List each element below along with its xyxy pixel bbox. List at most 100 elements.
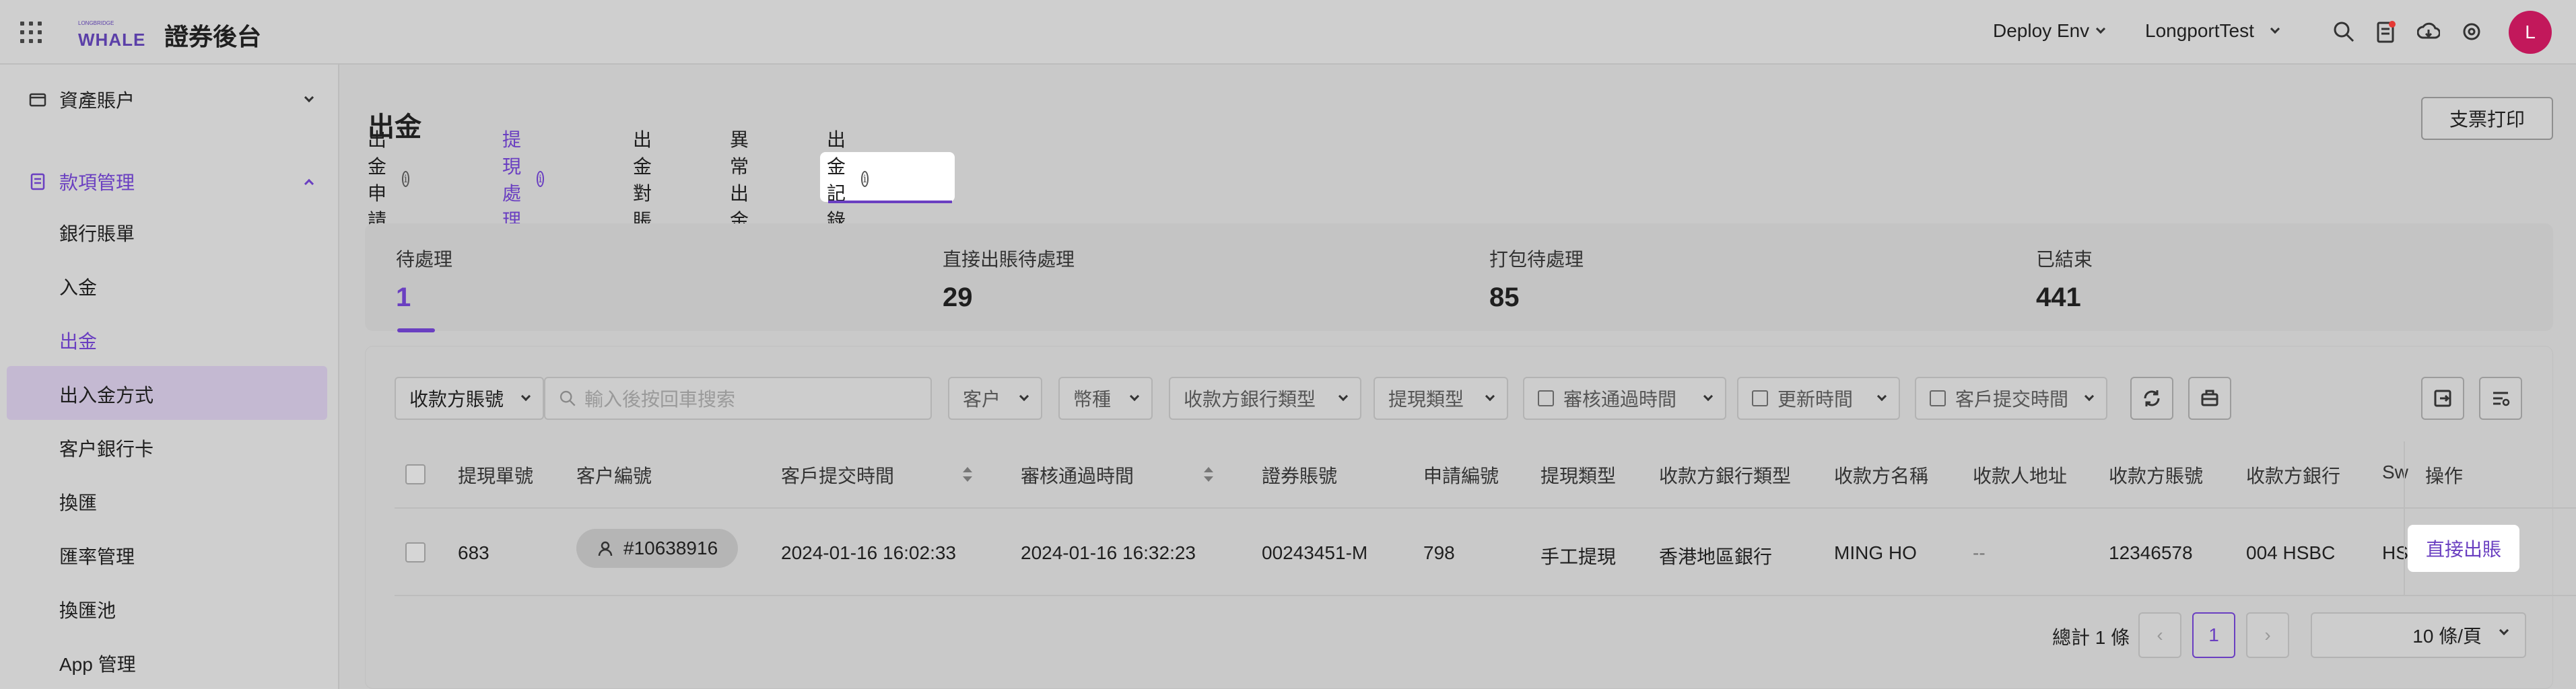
chevron-up-icon	[304, 178, 314, 189]
sidebar-group-label: 款項管理	[59, 172, 135, 193]
customer-tag[interactable]: #10638916	[576, 529, 739, 568]
account-selector[interactable]: LongportTest	[2145, 20, 2280, 42]
sidebar-item-deposit[interactable]: 入金	[59, 273, 97, 300]
filter-label: 客户	[963, 389, 1001, 410]
gear-icon[interactable]	[2460, 20, 2483, 43]
stat-label: 待處理	[396, 249, 453, 270]
next-page-button[interactable]: ›	[2246, 612, 2289, 658]
document-icon	[30, 173, 45, 190]
submit-time-filter[interactable]: 客戶提交時間	[1915, 377, 2107, 420]
stat-batch-pending[interactable]: 打包待處理 85	[1489, 245, 1584, 313]
search-input[interactable]: 輸入後按回車搜索	[544, 377, 932, 420]
chevron-down-icon	[1338, 391, 1349, 402]
customer-id: #10638916	[623, 538, 718, 558]
sidebar-item-withdrawal[interactable]: 出金	[59, 327, 97, 354]
cell-withdraw-type: 手工提現	[1540, 546, 1617, 567]
app-grid-icon[interactable]	[20, 22, 43, 44]
withdraw-type-filter[interactable]: 提現類型	[1374, 377, 1508, 420]
chevron-down-icon	[1703, 391, 1714, 402]
task-list-icon[interactable]	[2374, 20, 2397, 43]
chevron-down-icon	[520, 391, 531, 402]
cell-payee-name: MING HO	[1834, 542, 1917, 563]
search-icon[interactable]	[2332, 20, 2355, 43]
chevron-down-icon	[1019, 391, 1029, 402]
search-placeholder: 輸入後按回車搜索	[584, 389, 736, 410]
sidebar-item-fx-pool[interactable]: 換匯池	[59, 596, 116, 623]
direct-payout-button[interactable]: 直接出賬	[2408, 525, 2519, 572]
select-all-checkbox[interactable]	[405, 464, 426, 484]
stat-value: 85	[1489, 283, 1520, 312]
filter-label: 客戶提交時間	[1955, 389, 2069, 410]
cell-payee-address: --	[1973, 542, 1986, 563]
chevron-right-icon: ›	[2264, 624, 2271, 645]
folder-icon	[29, 93, 46, 107]
sidebar-item-app-management[interactable]: App 管理	[59, 650, 136, 677]
tab-label: 出金申請	[368, 129, 387, 231]
top-bar: LONGBRIDGE WHALE 證券後台 Deploy Env Longpor…	[0, 0, 2576, 65]
briefcase-button[interactable]	[2188, 377, 2231, 420]
sidebar-item-bank-statement[interactable]: 銀行賬單	[59, 219, 135, 246]
account-label: LongportTest	[2145, 20, 2254, 41]
column-header[interactable]: 客戶提交時間	[781, 462, 894, 488]
customer-filter[interactable]: 客户	[948, 377, 1042, 420]
sidebar-group-payments[interactable]: 款項管理	[0, 160, 339, 203]
tab-abnormal-withdrawal[interactable]: 異常出金	[730, 129, 749, 231]
sort-icon[interactable]	[1202, 466, 1215, 483]
prev-page-button[interactable]: ‹	[2138, 612, 2181, 658]
page-size-select[interactable]: 10 條/頁	[2311, 612, 2526, 658]
tab-withdrawal-processing[interactable]: 提現處理 i	[502, 129, 545, 231]
cell-payee-account: 12346578	[2109, 542, 2193, 563]
tab-label: 提現處理	[502, 129, 522, 231]
bank-type-filter[interactable]: 收款方銀行類型	[1169, 377, 1361, 420]
filter-label: 更新時間	[1777, 389, 1854, 410]
currency-filter[interactable]: 幣種	[1058, 377, 1153, 420]
cheque-print-button[interactable]: 支票打印	[2421, 97, 2553, 140]
stat-closed[interactable]: 已結束 441	[2036, 245, 2093, 313]
column-header: 提現類型	[1540, 466, 1617, 486]
approve-time-filter[interactable]: 審核通過時間	[1523, 377, 1726, 420]
column-settings-button[interactable]	[2479, 377, 2522, 420]
cell-securities-account: 00243451-M	[1262, 542, 1368, 563]
download-cloud-icon[interactable]	[2417, 20, 2440, 43]
column-header[interactable]: 審核通過時間	[1021, 462, 1134, 488]
sidebar-item-customer-bank-cards[interactable]: 客户銀行卡	[59, 435, 154, 462]
update-time-filter[interactable]: 更新時間	[1737, 377, 1900, 420]
sidebar: 資產賬户 款項管理 銀行賬單 入金 出金 出入金方式 客户銀行卡 換匯 匯率管理…	[0, 65, 339, 689]
tab-active-underline	[828, 201, 952, 203]
tab-withdrawal-application[interactable]: 出金申請 i	[368, 129, 410, 231]
sort-icon[interactable]	[961, 466, 974, 483]
user-icon	[598, 541, 613, 556]
chevron-down-icon	[304, 92, 314, 103]
avatar[interactable]: L	[2509, 11, 2552, 54]
select-value: 收款方賬號	[409, 389, 504, 410]
stat-value: 29	[943, 283, 973, 312]
search-icon	[560, 390, 576, 406]
stat-pending[interactable]: 待處理 1	[396, 245, 452, 313]
page-number-button[interactable]: 1	[2192, 612, 2235, 658]
logo[interactable]: LONGBRIDGE WHALE	[78, 15, 149, 50]
account-type-select[interactable]: 收款方賬號	[395, 377, 544, 420]
stat-label: 已結束	[2036, 249, 2093, 270]
calendar-icon	[1538, 390, 1554, 406]
info-icon: i	[860, 171, 869, 187]
env-selector[interactable]: Deploy Env	[1993, 20, 2106, 42]
tab-withdrawal-records[interactable]: 出金記錄 i	[827, 129, 869, 231]
sidebar-group-assets[interactable]: 資產賬户	[0, 78, 339, 121]
stat-direct-pending[interactable]: 直接出賬待處理 29	[943, 245, 1075, 313]
row-checkbox[interactable]	[405, 542, 426, 563]
chevron-down-icon	[1485, 391, 1495, 402]
refresh-button[interactable]	[2130, 377, 2173, 420]
sidebar-item-payment-methods[interactable]: 出入金方式	[59, 381, 154, 408]
table-header: 提現單號 客户編號 客戶提交時間 審核通過時間 證券賬號 申請編號 提現類型 收…	[395, 441, 2576, 509]
chevron-down-icon	[1129, 391, 1140, 402]
sidebar-group-label: 資產賬户	[59, 90, 135, 111]
sidebar-item-fx[interactable]: 換匯	[59, 488, 97, 515]
sidebar-active-highlight	[7, 366, 327, 420]
tab-withdrawal-reconciliation[interactable]: 出金對賬	[633, 129, 652, 231]
export-button[interactable]	[2421, 377, 2464, 420]
chevron-down-icon	[2084, 391, 2095, 402]
filter-label: 收款方銀行類型	[1184, 389, 1316, 410]
column-header: 收款人地址	[1973, 466, 2068, 486]
export-icon	[2434, 390, 2451, 407]
sidebar-item-fx-rates[interactable]: 匯率管理	[59, 542, 135, 569]
